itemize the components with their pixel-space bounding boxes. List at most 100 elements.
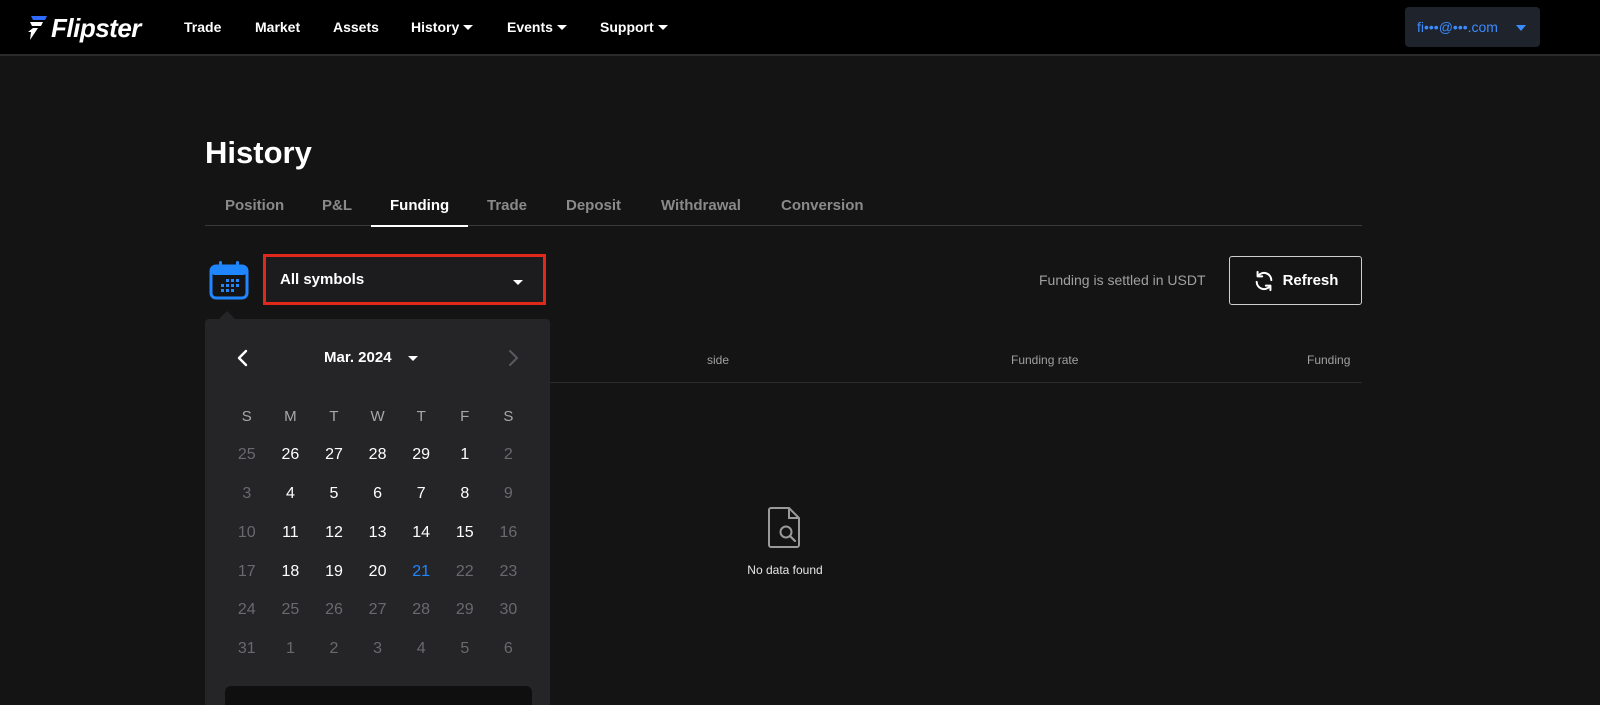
column-side: side <box>707 353 730 367</box>
calendar-day: 25 <box>281 601 300 619</box>
tab-funding[interactable]: Funding <box>370 197 469 227</box>
calendar-day: 10 <box>237 523 256 541</box>
calendar-day: 4 <box>416 640 426 658</box>
chevron-left-icon <box>237 349 248 367</box>
chevron-down-icon <box>1516 25 1526 31</box>
calendar-day: 30 <box>499 601 518 619</box>
calendar-day: 24 <box>237 601 256 619</box>
weekday-label: S <box>241 407 252 425</box>
weekday-label: M <box>284 407 297 425</box>
nav-market-label: Market <box>255 19 301 35</box>
weekday-label: T <box>329 407 339 425</box>
calendar-next-button[interactable] <box>505 349 521 367</box>
chevron-down-icon <box>657 25 668 30</box>
tab-position[interactable]: Position <box>225 197 284 226</box>
nav-support-label: Support <box>600 19 654 35</box>
calendar-day: 2 <box>329 640 339 658</box>
calendar-day: 25 <box>237 446 256 464</box>
calendar-grid: S M T W T F S 25 26 27 28 29 1 2 3 4 5 6 7 8 9 10 11 12 13 14 15 16… <box>225 397 530 669</box>
calendar-day[interactable]: 27 <box>312 436 356 475</box>
calendar-day[interactable]: 20 <box>356 552 400 591</box>
calendar-prev-button[interactable] <box>235 349 251 367</box>
tab-pnl[interactable]: P&L <box>322 197 352 226</box>
tab-trade[interactable]: Trade <box>487 197 527 226</box>
document-search-icon <box>768 507 800 548</box>
calendar-day: 26 <box>325 601 343 619</box>
calendar-day[interactable]: 7 <box>399 475 443 514</box>
calendar-day[interactable]: 12 <box>312 513 356 552</box>
symbol-select-value: All symbols <box>280 271 365 288</box>
nav-trade[interactable]: Trade <box>184 19 221 35</box>
calendar-day: 1 <box>285 640 295 658</box>
calendar-icon <box>209 261 249 300</box>
calendar-day: 3 <box>373 640 383 658</box>
refresh-button[interactable]: Refresh <box>1229 256 1362 305</box>
logo[interactable]: Flipster <box>27 12 141 43</box>
chevron-down-icon <box>556 25 567 30</box>
calendar-day: 27 <box>368 601 387 619</box>
nav-trade-label: Trade <box>184 19 222 35</box>
nav-assets-label: Assets <box>333 19 379 35</box>
column-funding-rate: Funding rate <box>1011 353 1079 367</box>
tab-conversion[interactable]: Conversion <box>781 197 864 226</box>
weekday-label: F <box>460 407 470 425</box>
calendar-day[interactable]: 28 <box>356 436 400 475</box>
chevron-down-icon <box>463 25 474 30</box>
calendar-day[interactable]: 29 <box>399 436 443 475</box>
refresh-label: Refresh <box>1282 272 1339 289</box>
calendar-day: 5 <box>460 640 470 658</box>
calendar-day[interactable]: 4 <box>269 475 313 514</box>
funding-settled-note: Funding is settled in USDT <box>1039 272 1206 288</box>
history-tabs: Position P&L Funding Trade Deposit Withd… <box>205 193 1362 227</box>
nav-assets[interactable]: Assets <box>333 19 379 35</box>
calendar-day[interactable]: 11 <box>269 513 313 552</box>
calendar-day: 9 <box>503 484 513 502</box>
empty-state-text: No data found <box>747 563 823 577</box>
calendar-month-label: Mar. 2024 <box>324 349 392 366</box>
calendar-day: 16 <box>499 523 518 541</box>
table-header: side Funding rate Funding <box>550 340 1362 383</box>
tab-deposit[interactable]: Deposit <box>566 197 621 226</box>
calendar-day: 3 <box>242 484 252 502</box>
flipster-bolt-icon <box>28 16 47 40</box>
calendar-day[interactable]: 1 <box>443 436 487 475</box>
calendar-day-today[interactable]: 21 <box>399 552 443 591</box>
calendar-day: 31 <box>237 640 256 658</box>
calendar-day[interactable]: 19 <box>312 552 356 591</box>
calendar-day[interactable]: 18 <box>269 552 313 591</box>
chevron-right-icon <box>509 350 518 366</box>
nav-market[interactable]: Market <box>255 19 300 35</box>
tab-withdrawal[interactable]: Withdrawal <box>661 197 741 226</box>
calendar-day[interactable]: 15 <box>443 513 487 552</box>
calendar-day: 23 <box>499 562 518 580</box>
calendar-day[interactable]: 6 <box>356 475 400 514</box>
column-funding: Funding <box>1307 353 1351 367</box>
calendar-footer-bar <box>225 686 532 705</box>
chevron-down-icon <box>513 280 523 285</box>
weekday-label: W <box>370 407 385 425</box>
calendar-day: 17 <box>237 562 256 580</box>
calendar-day[interactable]: 8 <box>443 475 487 514</box>
calendar-day: 6 <box>503 640 513 658</box>
nav-events-label: Events <box>507 19 553 35</box>
empty-state: No data found <box>730 505 840 577</box>
calendar-day[interactable]: 26 <box>269 436 313 475</box>
page-title: History <box>205 135 312 170</box>
calendar-month-select[interactable]: Mar. 2024 <box>324 349 418 366</box>
weekday-label: T <box>416 407 426 425</box>
account-menu-button[interactable]: fi•••@•••.com <box>1405 7 1540 47</box>
calendar-popup: Mar. 2024 S M T W T F S 25 26 27 28 29 1 2 3 4 5 6 7 8 9 10 11… <box>205 311 550 705</box>
calendar-day[interactable]: 5 <box>312 475 356 514</box>
top-navbar: Flipster Trade Market Assets History Eve… <box>0 0 1600 56</box>
nav-history-label: History <box>411 19 460 35</box>
nav-events[interactable]: Events <box>507 19 567 35</box>
chevron-down-icon <box>407 355 418 361</box>
logo-text: Flipster <box>51 12 141 43</box>
calendar-day[interactable]: 14 <box>399 513 443 552</box>
nav-history[interactable]: History <box>411 19 474 35</box>
calendar-day[interactable]: 13 <box>356 513 400 552</box>
weekday-label: S <box>503 407 514 425</box>
symbol-select[interactable]: All symbols <box>263 254 546 305</box>
calendar-toggle-button[interactable] <box>209 260 249 300</box>
nav-support[interactable]: Support <box>600 19 668 35</box>
